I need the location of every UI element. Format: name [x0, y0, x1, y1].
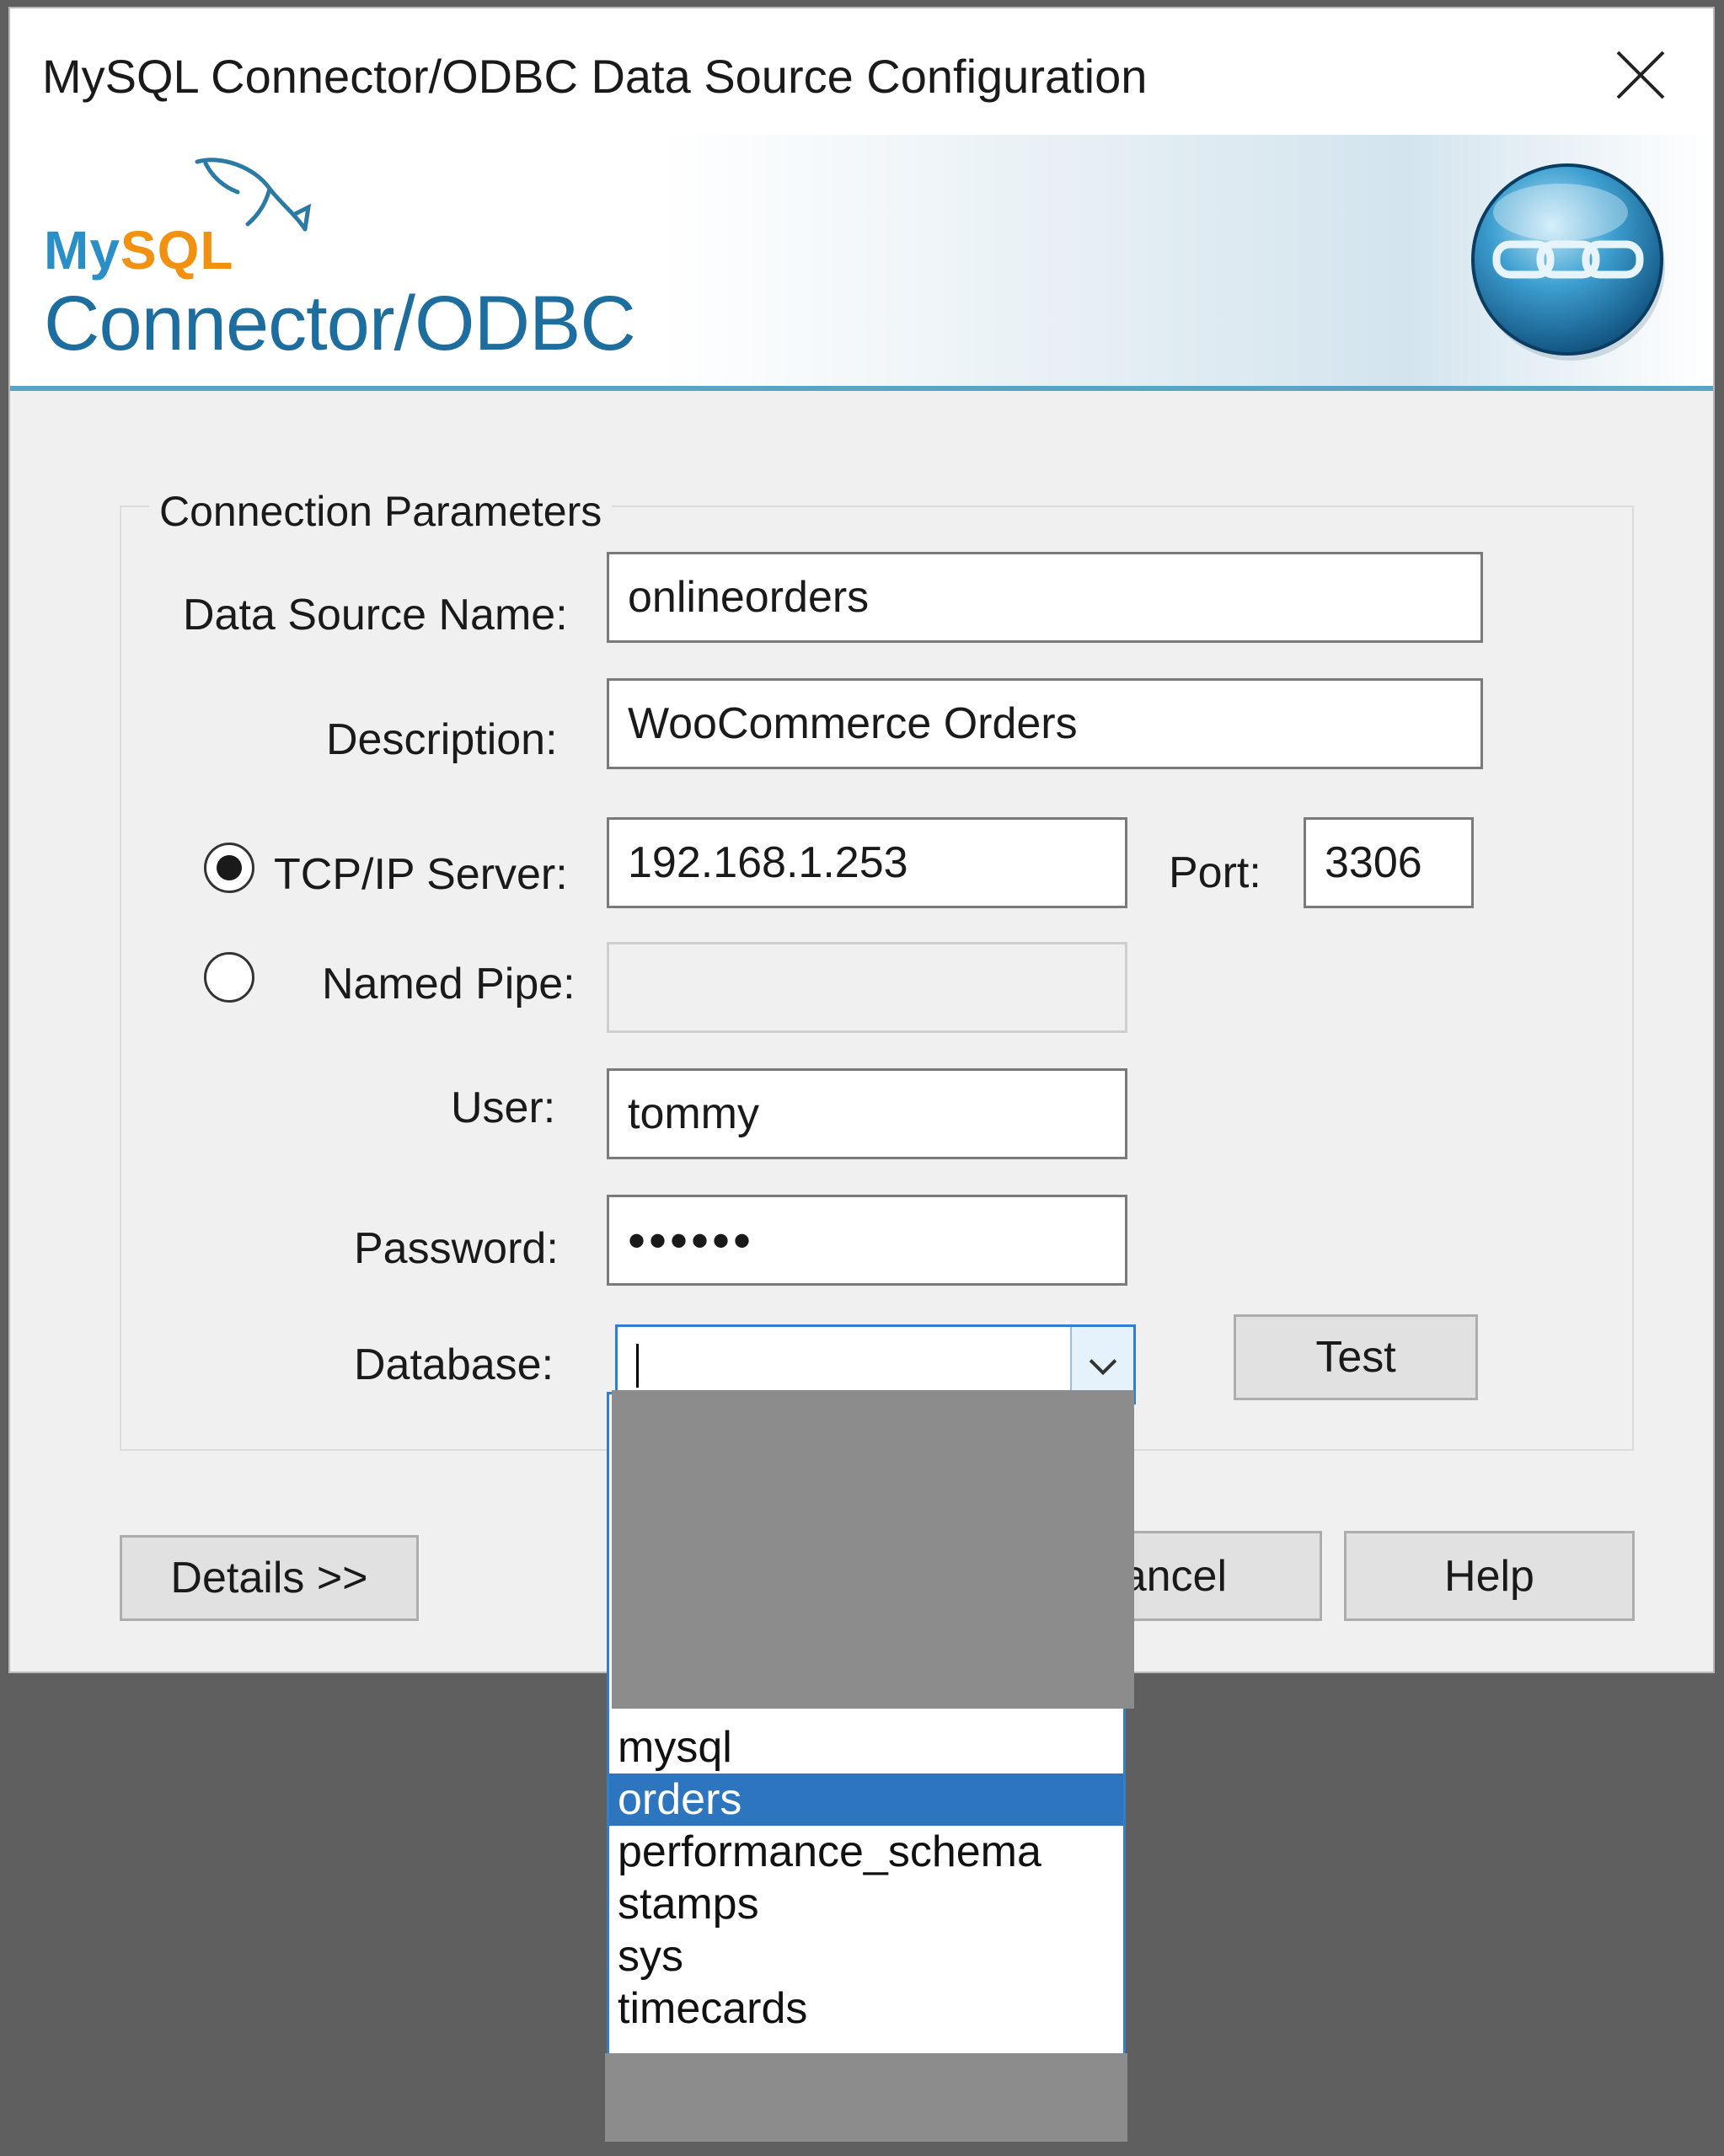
group-legend: Connection Parameters	[149, 487, 613, 536]
product-name: Connector/ODBC	[44, 281, 636, 366]
close-icon[interactable]	[1611, 45, 1670, 104]
title-bar: MySQL Connector/ODBC Data Source Configu…	[10, 8, 1713, 135]
server-input[interactable]: 192.168.1.253	[607, 817, 1127, 908]
help-button[interactable]: Help	[1344, 1531, 1635, 1621]
named-pipe-label: Named Pipe:	[322, 960, 576, 1008]
database-option[interactable]: mysql	[609, 1721, 1123, 1773]
tcp-ip-radio[interactable]	[204, 843, 254, 893]
mysql-logo: MySQL	[44, 220, 234, 281]
password-input[interactable]: ••••••	[607, 1195, 1127, 1286]
named-pipe-input[interactable]	[607, 942, 1127, 1033]
dsn-label: Data Source Name:	[183, 591, 568, 639]
database-option[interactable]: sys	[609, 1930, 1123, 1982]
user-input[interactable]: tommy	[607, 1068, 1127, 1159]
redaction-block-bottom	[605, 2053, 1127, 2142]
named-pipe-radio[interactable]	[204, 952, 254, 1003]
port-label: Port:	[1169, 848, 1261, 897]
dsn-input[interactable]: onlineorders	[607, 552, 1483, 643]
tcp-ip-label: TCP/IP Server:	[274, 850, 568, 899]
database-option[interactable]: timecards	[609, 1982, 1123, 2035]
port-input[interactable]: 3306	[1304, 817, 1474, 908]
chain-link-icon	[1471, 163, 1665, 361]
redaction-block-top	[612, 1390, 1134, 1709]
test-button[interactable]: Test	[1234, 1314, 1478, 1400]
database-option[interactable]: stamps	[609, 1878, 1123, 1930]
database-label: Database:	[354, 1340, 554, 1389]
radio-selected-dot	[217, 855, 242, 880]
user-label: User:	[451, 1083, 556, 1132]
window-title: MySQL Connector/ODBC Data Source Configu…	[42, 50, 1148, 103]
details-button[interactable]: Details >>	[120, 1535, 419, 1621]
password-label: Password:	[354, 1224, 559, 1273]
database-option-selected[interactable]: orders	[609, 1773, 1123, 1826]
product-banner: MySQL Connector/ODBC	[10, 135, 1713, 391]
text-cursor	[636, 1344, 639, 1388]
database-option[interactable]: performance_schema	[609, 1826, 1123, 1878]
description-input[interactable]: WooCommerce Orders	[607, 678, 1483, 769]
description-label: Description:	[326, 715, 558, 764]
